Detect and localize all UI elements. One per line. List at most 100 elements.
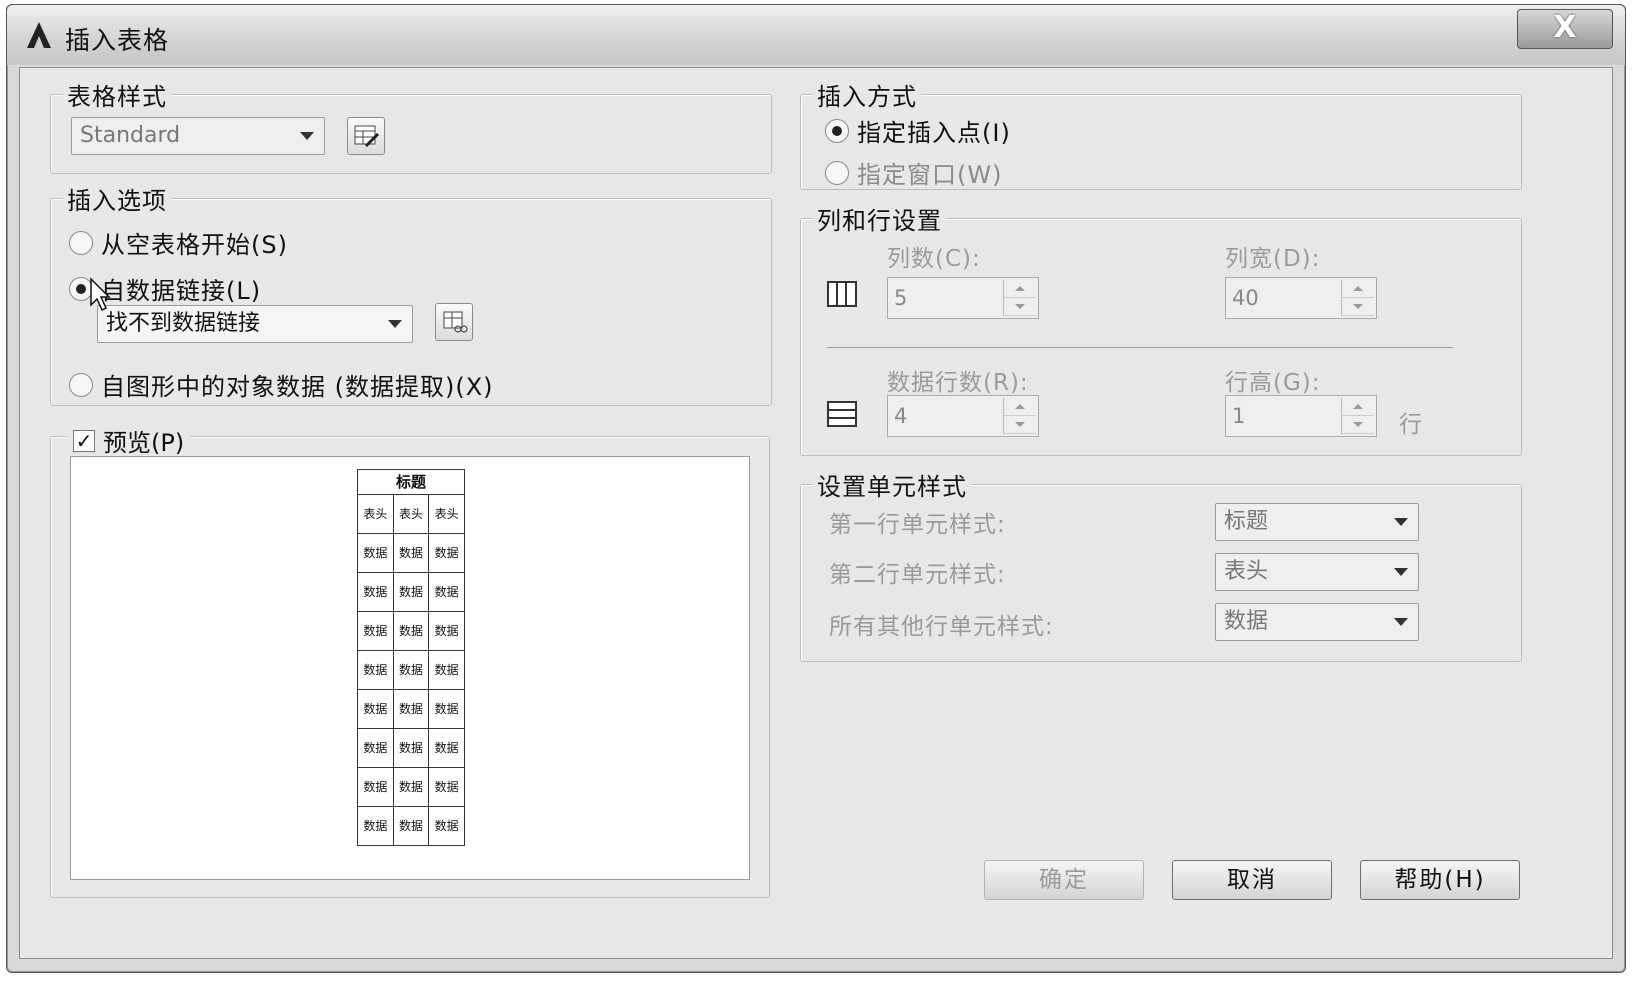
insert-table-dialog: 插入表格 X 表格样式 Standard 插入选项 从空表格开始(S) 自数据链…	[6, 4, 1626, 973]
launch-datalink-manager-button[interactable]	[435, 303, 473, 341]
preview-table: 标题 表头 表头 表头 数据 数据 数据 数据 数据 数据 数据 数据 数据 数据 数据 数据 数据 数据…	[357, 469, 465, 846]
preview-data-cell: 数据	[428, 728, 465, 768]
cancel-button[interactable]: 取消	[1172, 860, 1332, 900]
datalink-manager-icon	[443, 311, 468, 333]
second-row-style-label: 第二行单元样式:	[829, 562, 1006, 588]
preview-data-cell: 数据	[392, 767, 430, 807]
spin-up-icon[interactable]	[1004, 398, 1036, 416]
autocad-app-icon	[27, 22, 51, 48]
preview-data-cell: 数据	[428, 572, 465, 612]
preview-data-cell: 数据	[428, 611, 465, 651]
preview-data-row: 数据 数据 数据	[357, 767, 465, 807]
radio-from-object-data[interactable]: 自图形中的对象数据 (数据提取)(X)	[69, 367, 494, 402]
radio-start-empty-label: 从空表格开始(S)	[101, 231, 288, 259]
first-row-style-dropdown[interactable]: 标题	[1215, 503, 1419, 541]
close-icon: X	[1553, 10, 1577, 45]
preview-data-rows: 数据 数据 数据 数据 数据 数据 数据 数据 数据 数据 数据 数据 数据 数据 数据 数据 数据 数据 数据 数据…	[357, 533, 465, 846]
cell-style-legend: 设置单元样式	[813, 467, 971, 502]
ok-button[interactable]: 确定	[984, 860, 1144, 900]
data-rows-spinner[interactable]: 4	[887, 395, 1039, 437]
chevron-down-icon	[388, 320, 402, 328]
preview-data-row: 数据 数据 数据	[357, 728, 465, 768]
rows-icon	[827, 401, 857, 427]
window-title: 插入表格	[65, 26, 170, 55]
radio-specify-window[interactable]: 指定窗口(W)	[825, 155, 1002, 190]
launch-table-style-button[interactable]	[347, 117, 385, 155]
preview-data-cell: 数据	[392, 572, 430, 612]
radio-specify-insertion-point-label: 指定插入点(I)	[857, 119, 1011, 147]
preview-data-cell: 数据	[392, 650, 430, 690]
preview-data-cell: 数据	[357, 767, 394, 807]
radio-specify-window-label: 指定窗口(W)	[857, 161, 1003, 189]
help-button[interactable]: 帮助(H)	[1360, 860, 1520, 900]
preview-data-cell: 数据	[357, 650, 394, 690]
second-row-style-value: 表头	[1224, 559, 1269, 584]
preview-data-cell: 数据	[392, 611, 430, 651]
column-width-spinner[interactable]: 40	[1225, 277, 1377, 319]
spin-up-icon[interactable]	[1342, 280, 1374, 298]
chevron-down-icon	[300, 132, 314, 140]
preview-header-cell: 表头	[392, 494, 430, 534]
column-width-value: 40	[1232, 286, 1259, 310]
preview-data-row: 数据 数据 数据	[357, 572, 465, 612]
insert-method-group: 插入方式 指定插入点(I) 指定窗口(W)	[800, 77, 1522, 190]
mouse-cursor-icon	[90, 277, 111, 312]
insert-method-legend: 插入方式	[813, 77, 921, 112]
column-row-legend: 列和行设置	[813, 201, 946, 236]
spin-down-icon[interactable]	[1004, 416, 1036, 434]
other-rows-style-dropdown[interactable]: 数据	[1215, 603, 1419, 641]
table-style-legend: 表格样式	[63, 77, 171, 112]
other-rows-style-label: 所有其他行单元样式:	[829, 614, 1054, 640]
columns-value: 5	[894, 286, 908, 310]
preview-data-cell: 数据	[392, 689, 430, 729]
cell-style-group: 设置单元样式 第一行单元样式: 标题 第二行单元样式: 表头 所有其他行单元样式…	[800, 467, 1522, 662]
spin-up-icon[interactable]	[1342, 398, 1374, 416]
radio-from-object-data-label: 自图形中的对象数据 (数据提取)(X)	[101, 373, 494, 401]
column-row-settings-group: 列和行设置 列数(C): 列宽(D): 5 40 数据行数(R): 行高(G):	[800, 201, 1522, 456]
table-style-value: Standard	[80, 123, 181, 148]
first-row-style-value: 标题	[1224, 509, 1269, 534]
preview-title-cell: 标题	[357, 469, 465, 495]
chevron-down-icon	[1394, 618, 1408, 626]
first-row-style-label: 第一行单元样式:	[829, 512, 1006, 538]
preview-data-cell: 数据	[392, 533, 430, 573]
columns-label: 列数(C):	[887, 246, 981, 272]
preview-data-cell: 数据	[357, 728, 394, 768]
preview-data-cell: 数据	[428, 689, 465, 729]
preview-data-cell: 数据	[392, 806, 430, 846]
data-rows-value: 4	[894, 404, 908, 428]
preview-data-row: 数据 数据 数据	[357, 650, 465, 690]
spin-down-icon[interactable]	[1004, 298, 1036, 316]
preview-data-cell: 数据	[428, 650, 465, 690]
radio-circle-checked	[825, 118, 849, 143]
preview-data-cell: 数据	[357, 611, 394, 651]
row-height-label: 行高(G):	[1225, 370, 1321, 396]
columns-icon	[827, 281, 857, 307]
preview-data-cell: 数据	[428, 533, 465, 573]
data-rows-label: 数据行数(R):	[887, 370, 1029, 396]
preview-data-cell: 数据	[357, 572, 394, 612]
spin-up-icon[interactable]	[1004, 280, 1036, 298]
second-row-style-dropdown[interactable]: 表头	[1215, 553, 1419, 591]
radio-start-empty[interactable]: 从空表格开始(S)	[69, 225, 288, 260]
checkmark-icon: ✓	[73, 429, 95, 452]
spin-down-icon[interactable]	[1342, 416, 1374, 434]
spin-down-icon[interactable]	[1342, 298, 1374, 316]
table-preview: 标题 表头 表头 表头 数据 数据 数据 数据 数据 数据 数据 数据 数据 数据 数据 数据 数据 数据…	[70, 456, 750, 880]
row-height-spinner[interactable]: 1	[1225, 395, 1377, 437]
chevron-down-icon	[1394, 518, 1408, 526]
chevron-down-icon	[1394, 568, 1408, 576]
preview-header-cell: 表头	[357, 494, 394, 534]
radio-from-datalink-label: 自数据链接(L)	[101, 277, 262, 305]
datalink-dropdown[interactable]: 找不到数据链接	[97, 305, 413, 343]
preview-checkbox[interactable]: ✓ 预览(P)	[67, 423, 191, 458]
preview-data-row: 数据 数据 数据	[357, 533, 465, 573]
divider	[827, 347, 1453, 348]
radio-specify-insertion-point[interactable]: 指定插入点(I)	[825, 113, 1011, 148]
close-button[interactable]: X	[1517, 9, 1613, 49]
table-style-edit-icon	[354, 125, 380, 148]
preview-data-cell: 数据	[357, 806, 394, 846]
radio-circle	[825, 160, 849, 185]
table-style-dropdown[interactable]: Standard	[71, 117, 325, 155]
columns-spinner[interactable]: 5	[887, 277, 1039, 319]
